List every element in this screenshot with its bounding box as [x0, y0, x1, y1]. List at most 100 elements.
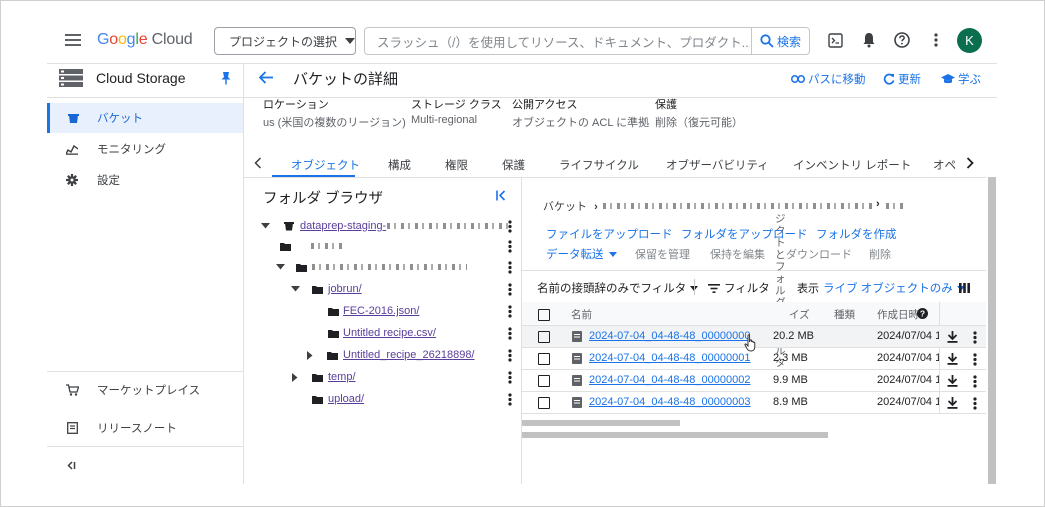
filter-button[interactable]: フィルタ [708, 280, 770, 296]
file-name-link[interactable]: 2024-07-04_04-48-48_00000003 [589, 396, 750, 408]
sidebar-item-marketplace[interactable]: マーケットプレイス [47, 375, 243, 405]
upload-files-button[interactable]: ファイルをアップロード [546, 226, 673, 242]
back-arrow-icon[interactable] [259, 71, 273, 84]
help-icon[interactable]: ? [917, 308, 928, 319]
sidebar-item-settings[interactable]: 設定 [47, 165, 243, 195]
more-vert-icon[interactable] [973, 375, 977, 388]
row-checkbox[interactable] [538, 353, 550, 365]
collapse-folder-browser-icon[interactable] [496, 190, 507, 201]
tab-configuration[interactable]: 構成 [388, 157, 411, 173]
more-vert-icon[interactable] [508, 261, 514, 274]
pin-icon[interactable] [221, 72, 231, 85]
tab-inventory-reports[interactable]: インベントリ レポート [793, 157, 911, 173]
collapse-nav-icon[interactable] [66, 461, 76, 470]
tree-row-folder[interactable] [274, 257, 467, 277]
tabs-scroll-right-icon[interactable] [966, 157, 974, 169]
tree-item-label[interactable]: temp/ [328, 371, 356, 383]
more-vert-icon[interactable] [973, 353, 977, 366]
search-button[interactable]: 検索 [751, 28, 809, 54]
download-icon[interactable] [947, 353, 958, 365]
more-vert-icon[interactable] [508, 327, 514, 340]
row-checkbox[interactable] [538, 375, 550, 387]
tree-item-label[interactable]: Untitled_recipe_26218898/ [343, 349, 475, 361]
expand-arrow-icon[interactable] [258, 223, 272, 229]
tab-protection[interactable]: 保護 [502, 157, 525, 173]
row-checkbox[interactable] [538, 331, 550, 343]
more-vert-icon[interactable] [508, 305, 514, 318]
horizontal-scrollbar-thumb[interactable] [522, 420, 680, 426]
tree-row-bucket[interactable]: dataprep-staging- [258, 216, 513, 236]
go-to-path-button[interactable]: パスに移動 [791, 71, 866, 87]
tab-lifecycle[interactable]: ライフサイクル [559, 157, 639, 173]
tree-item-label[interactable]: Untitled recipe.csv/ [343, 327, 436, 339]
tab-objects[interactable]: オブジェクト [291, 157, 360, 173]
more-vert-icon[interactable] [973, 331, 977, 344]
refresh-button[interactable]: 更新 [883, 71, 921, 87]
download-icon[interactable] [947, 375, 958, 387]
prefix-filter-dropdown[interactable]: 名前の接頭辞のみでフィルタ [537, 280, 699, 296]
row-checkbox[interactable] [538, 397, 550, 409]
expand-arrow-icon[interactable] [291, 372, 299, 382]
file-name-link[interactable]: 2024-07-04_04-48-48_00000001 [589, 352, 750, 364]
more-vert-icon[interactable] [934, 33, 938, 47]
breadcrumb-bucket[interactable]: バケット [543, 201, 587, 213]
notifications-icon[interactable] [862, 32, 876, 48]
tree-row-untitled-recipe[interactable]: Untitled_recipe_26218898/ [306, 345, 475, 365]
expand-arrow-icon[interactable] [306, 350, 314, 360]
expand-arrow-icon[interactable] [274, 264, 286, 270]
tree-row-jobrun[interactable]: jobrun/ [289, 279, 362, 299]
more-vert-icon[interactable] [508, 220, 514, 233]
tree-item-label[interactable]: dataprep-staging- [300, 220, 386, 232]
tab-operations[interactable]: オペレ [933, 157, 958, 173]
display-dropdown[interactable]: ライブ オブジェクトのみ [823, 280, 965, 296]
file-name-link[interactable]: 2024-07-04_04-48-48_00000000 [589, 330, 750, 342]
more-vert-icon[interactable] [508, 349, 514, 362]
download-icon[interactable] [947, 397, 958, 409]
help-icon[interactable] [894, 32, 910, 48]
tree-item-label[interactable]: jobrun/ [328, 283, 362, 295]
learn-button[interactable]: 学ぶ [941, 71, 981, 87]
cloud-shell-icon[interactable] [828, 33, 843, 48]
tree-row-untitled-csv[interactable]: Untitled recipe.csv/ [327, 323, 436, 343]
upload-folder-button[interactable]: フォルダをアップロード [681, 226, 808, 242]
sidebar-item-release-notes[interactable]: リリースノート [47, 413, 243, 443]
column-header-name[interactable]: 名前 [571, 307, 592, 322]
google-cloud-logo[interactable]: Google Cloud [97, 31, 193, 49]
more-vert-icon[interactable] [508, 240, 514, 253]
sidebar-item-buckets[interactable]: バケット [47, 103, 243, 133]
column-header-size[interactable]: イズ [789, 307, 810, 322]
tree-row-folder[interactable] [279, 236, 343, 256]
menu-icon[interactable] [65, 33, 81, 47]
tree-row-fec[interactable]: FEC-2016.json/ [327, 301, 419, 321]
delete-button[interactable]: 削除 [869, 246, 891, 262]
avatar[interactable]: K [957, 28, 982, 53]
more-vert-icon[interactable] [508, 371, 514, 384]
column-header-type[interactable]: 種類 [834, 307, 855, 322]
tree-row-upload[interactable]: upload/ [311, 389, 364, 409]
tree-item-label[interactable]: upload/ [328, 393, 364, 405]
more-vert-icon[interactable] [973, 397, 977, 410]
page-scrollbar-thumb[interactable] [988, 177, 996, 484]
search-bar[interactable]: スラッシュ（/）を使用してリソース、ドキュメント、プロダクト... 検索 [364, 27, 810, 55]
transfer-data-button[interactable]: データ転送 [546, 246, 617, 262]
expand-arrow-icon[interactable] [289, 286, 301, 292]
tab-permissions[interactable]: 権限 [445, 157, 468, 173]
column-display-icon[interactable] [959, 283, 970, 293]
file-name-link[interactable]: 2024-07-04_04-48-48_00000002 [589, 374, 750, 386]
download-button[interactable]: ダウンロード [786, 246, 852, 262]
project-selector[interactable]: プロジェクトの選択 [214, 27, 356, 55]
search-input[interactable]: スラッシュ（/）を使用してリソース、ドキュメント、プロダクト... [365, 32, 750, 51]
download-icon[interactable] [947, 331, 958, 343]
create-folder-button[interactable]: フォルダを作成 [816, 226, 897, 242]
select-all-checkbox[interactable] [538, 309, 550, 321]
tree-row-temp[interactable]: temp/ [291, 367, 356, 387]
sidebar-item-monitoring[interactable]: モニタリング [47, 134, 243, 164]
manage-holds-button[interactable]: 保留を管理 [635, 246, 690, 262]
more-vert-icon[interactable] [508, 283, 514, 296]
tree-item-label[interactable]: FEC-2016.json/ [343, 305, 419, 317]
column-header-created[interactable]: 作成日時 [877, 307, 919, 322]
more-vert-icon[interactable] [508, 393, 514, 406]
tab-observability[interactable]: オブザーバビリティ [666, 157, 769, 173]
edit-retention-button[interactable]: 保持を編集 [710, 246, 765, 262]
tabs-scroll-left-icon[interactable] [254, 157, 262, 169]
